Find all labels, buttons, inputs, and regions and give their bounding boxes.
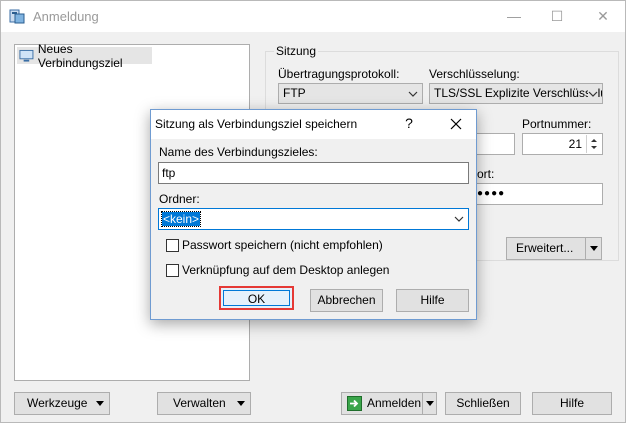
protocol-select[interactable]: FTP [278,83,423,104]
save-session-dialog: Sitzung als Verbindungsziel speichern ? … [150,109,477,320]
desktop-shortcut-checkbox[interactable] [166,264,179,277]
dialog-help-action-button[interactable]: Hilfe [396,289,469,312]
session-group-label: Sitzung [274,44,319,58]
chevron-down-icon [454,209,464,229]
tools-button-label: Werkzeuge [27,396,88,410]
advanced-button-label: Erweitert... [516,241,574,255]
close-button[interactable]: ✕ [589,5,617,27]
dialog-title-bar: Sitzung als Verbindungsziel speichern ? [151,110,476,139]
maximize-button[interactable]: ☐ [543,5,571,27]
save-password-label: Passwort speichern (nicht empfohlen) [182,238,383,252]
user-field-partial[interactable] [471,133,515,155]
login-button-label: Anmelden [367,396,422,410]
password-mask: ●●●● [477,188,506,199]
save-password-checkbox[interactable] [166,239,179,252]
manage-button-label: Verwalten [173,396,226,410]
advanced-button[interactable]: Erweitert... [506,237,602,260]
encryption-label: Verschlüsselung: [429,67,520,81]
dialog-title: Sitzung als Verbindungsziel speichern [155,117,358,131]
computer-icon [19,49,34,62]
ok-button[interactable]: OK [219,286,294,310]
port-spinner[interactable]: 21 [522,133,603,155]
tools-button[interactable]: Werkzeuge [14,392,110,415]
login-button[interactable]: Anmelden [341,392,437,415]
title-bar: Anmeldung — ☐ ✕ [1,1,625,32]
chevron-down-icon [588,84,598,103]
port-value: 21 [568,137,582,151]
password-field[interactable]: ●●●● [471,183,603,205]
password-label-fragment: ort: [477,167,495,181]
site-name-value: ftp [162,166,176,180]
window-title: Anmeldung [33,9,99,24]
folder-combo[interactable]: <kein> [158,208,469,230]
port-label: Portnummer: [522,117,592,131]
folder-label: Ordner: [159,192,200,206]
login-icon [347,396,362,411]
caret-down-icon [93,393,107,414]
site-name-label: Name des Verbindungszieles: [159,145,318,159]
help-button[interactable]: Hilfe [532,392,612,415]
dialog-help-button[interactable]: ? [402,115,416,131]
protocol-label: Übertragungsprotokoll: [278,67,400,81]
chevron-down-icon [408,84,418,103]
dialog-close-icon[interactable] [447,115,465,133]
minimize-button[interactable]: — [500,5,528,27]
close-session-button[interactable]: Schließen [445,392,521,415]
caret-down-icon [234,393,248,414]
caret-down-icon [590,245,598,251]
advanced-dropdown[interactable] [585,238,602,259]
tree-item-new-site[interactable]: Neues Verbindungsziel [17,42,152,70]
manage-button[interactable]: Verwalten [157,392,251,415]
caret-down-icon [426,400,434,406]
folder-value: <kein> [160,211,202,227]
login-dropdown[interactable] [422,393,437,414]
site-name-input[interactable]: ftp [158,162,469,184]
encryption-select[interactable]: TLS/SSL Explizite Verschlüsselung [429,83,603,104]
desktop-shortcut-label: Verknüpfung auf dem Desktop anlegen [182,263,390,277]
port-spin-buttons[interactable] [586,135,601,153]
tree-item-label: Neues Verbindungsziel [37,41,123,70]
winscp-app-icon [9,9,25,24]
protocol-select-value: FTP [283,86,306,100]
encryption-select-value: TLS/SSL Explizite Verschlüsselung [434,86,603,100]
ok-button-label: OK [223,290,290,306]
login-window: Anmeldung — ☐ ✕ Neues Verbindungsziel Si… [0,0,626,423]
cancel-button[interactable]: Abbrechen [310,289,383,312]
